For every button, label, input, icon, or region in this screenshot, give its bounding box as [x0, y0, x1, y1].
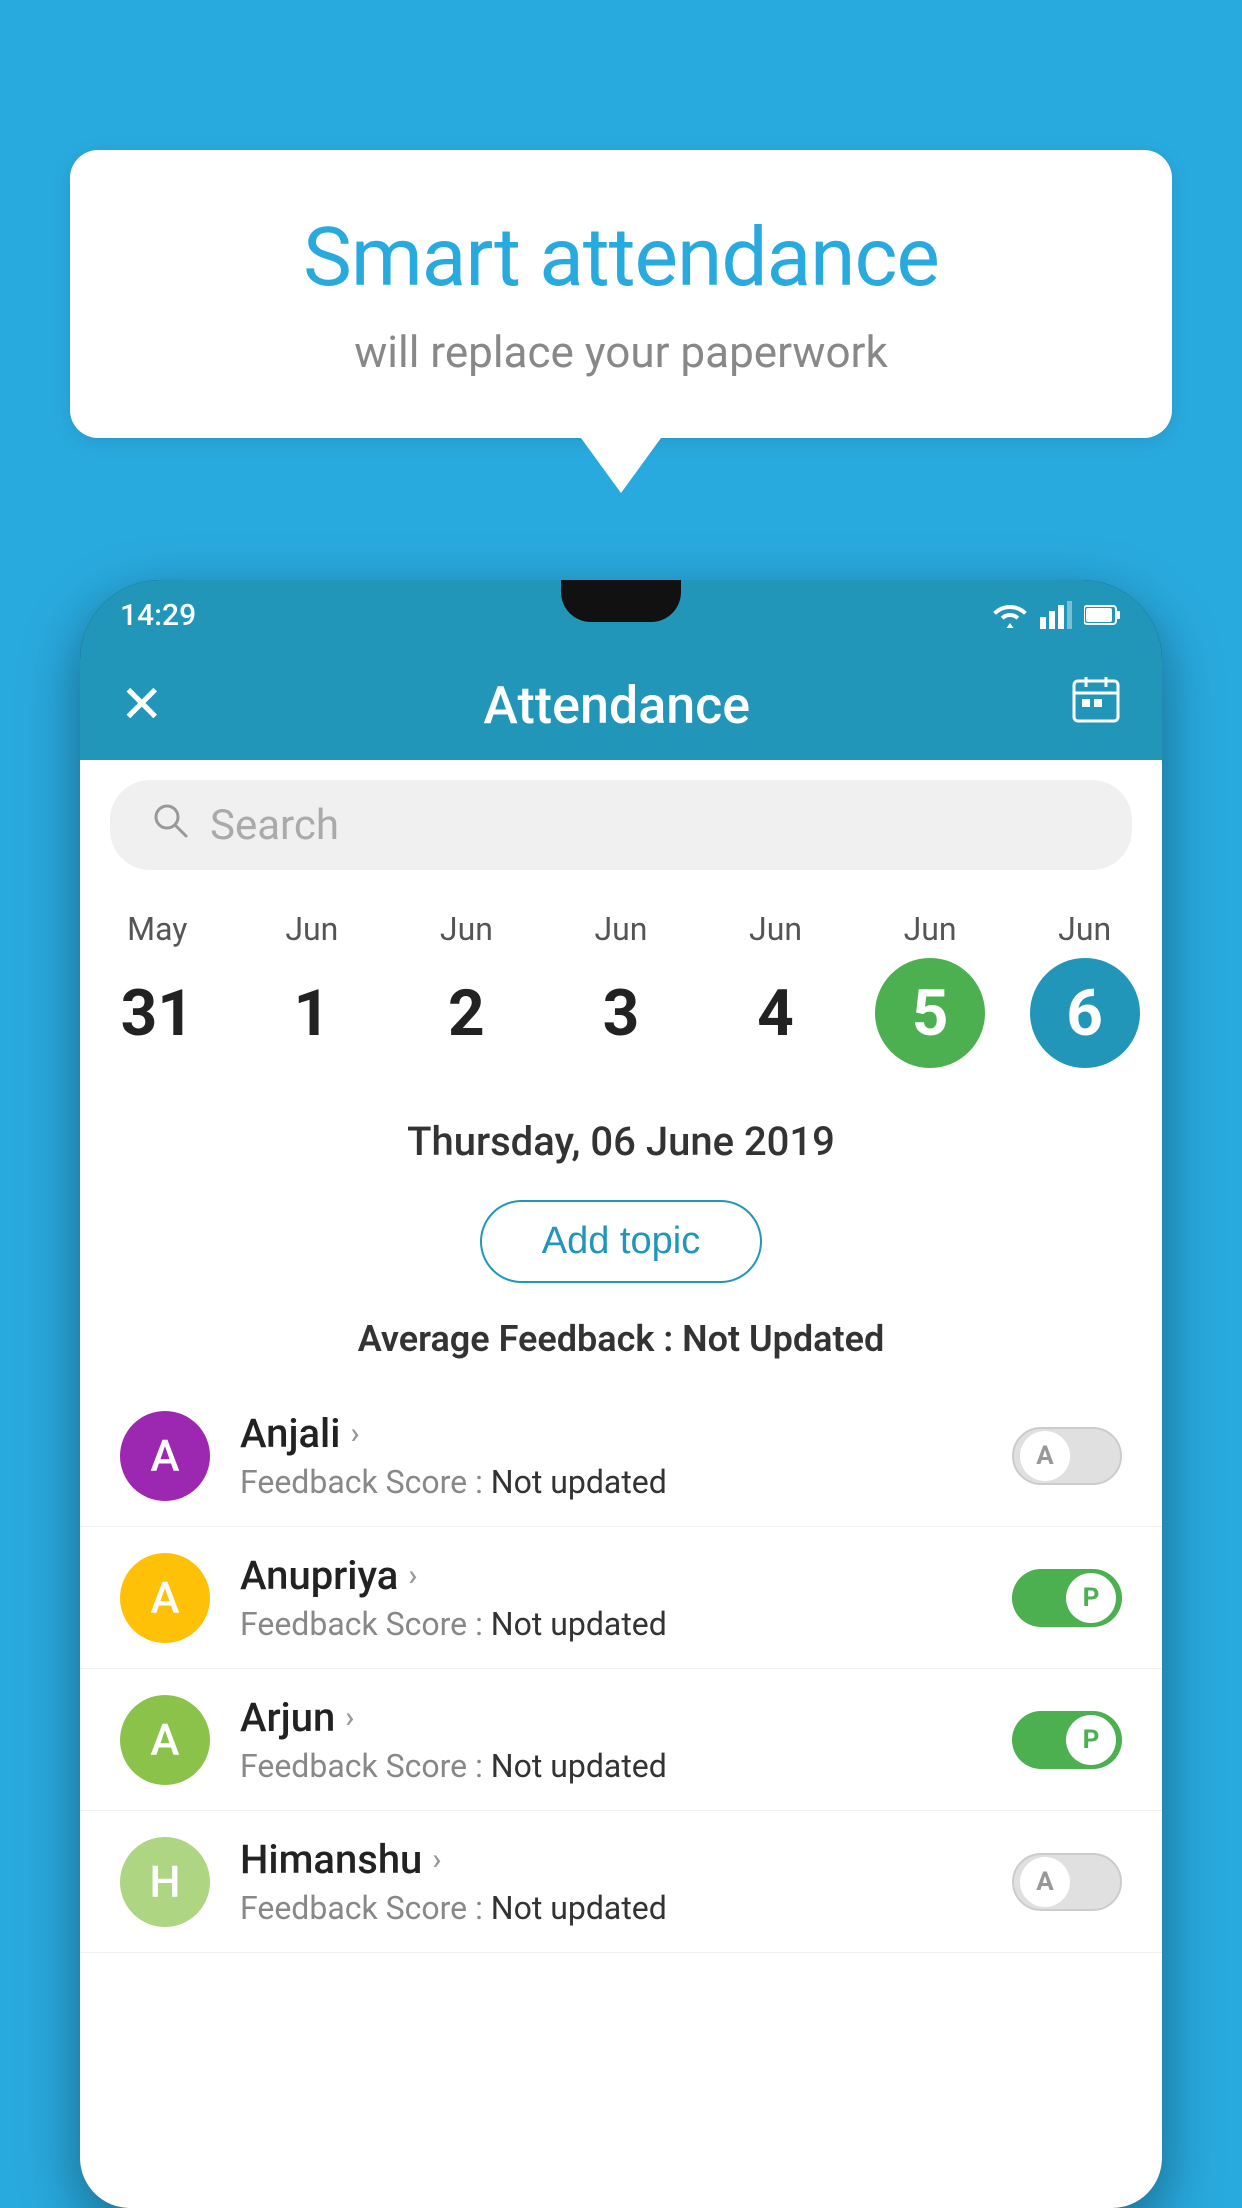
- cal-date[interactable]: 2: [411, 958, 521, 1068]
- speech-bubble-title: Smart attendance: [150, 210, 1092, 306]
- toggle-container: A: [1012, 1853, 1122, 1911]
- calendar-day[interactable]: Jun 4: [716, 910, 836, 1068]
- add-topic-button[interactable]: Add topic: [480, 1200, 762, 1283]
- calendar-day[interactable]: Jun 5: [870, 910, 990, 1068]
- toggle-knob: P: [1066, 1715, 1116, 1765]
- cal-month: Jun: [749, 910, 802, 948]
- student-item[interactable]: A Anupriya › Feedback Score : Not updated P: [80, 1527, 1162, 1669]
- selected-date: Thursday, 06 June 2019: [80, 1098, 1162, 1190]
- cal-month: Jun: [594, 910, 647, 948]
- student-feedback: Feedback Score : Not updated: [240, 1747, 982, 1785]
- speech-bubble-subtitle: will replace your paperwork: [150, 326, 1092, 378]
- chevron-right-icon: ›: [345, 1700, 354, 1735]
- cal-month: Jun: [904, 910, 957, 948]
- toggle-container: P: [1012, 1711, 1122, 1769]
- app-bar-title: Attendance: [483, 675, 750, 736]
- cal-date[interactable]: 4: [721, 958, 831, 1068]
- wifi-icon: [992, 601, 1028, 629]
- cal-date[interactable]: 5: [875, 958, 985, 1068]
- close-button[interactable]: ✕: [120, 675, 164, 735]
- avatar: H: [120, 1837, 210, 1927]
- attendance-toggle[interactable]: P: [1012, 1711, 1122, 1769]
- feedback-value: Not updated: [491, 1889, 667, 1927]
- cal-month: May: [127, 910, 187, 948]
- calendar-button[interactable]: [1070, 673, 1122, 738]
- speech-bubble-tail: [581, 438, 661, 493]
- calendar-day[interactable]: Jun 3: [561, 910, 681, 1068]
- chevron-right-icon: ›: [350, 1416, 359, 1451]
- search-placeholder: Search: [210, 801, 339, 850]
- toggle-knob: A: [1020, 1857, 1070, 1907]
- phone-content: Search May 31 Jun 1 Jun 2 Jun 3 Jun 4 Jun 5 Jun 6 Thu…: [80, 760, 1162, 2208]
- feedback-value: Not updated: [491, 1747, 667, 1785]
- calendar-day[interactable]: Jun 2: [406, 910, 526, 1068]
- student-item[interactable]: H Himanshu › Feedback Score : Not updated A: [80, 1811, 1162, 1953]
- student-info: Anjali › Feedback Score : Not updated: [240, 1410, 982, 1501]
- student-feedback: Feedback Score : Not updated: [240, 1463, 982, 1501]
- avg-feedback-value: Not Updated: [682, 1318, 884, 1360]
- toggle-container: P: [1012, 1569, 1122, 1627]
- add-topic-row: Add topic: [80, 1190, 1162, 1308]
- avg-feedback-label: Average Feedback :: [358, 1318, 682, 1360]
- cal-month: Jun: [440, 910, 493, 948]
- toggle-container: A: [1012, 1427, 1122, 1485]
- chevron-right-icon: ›: [432, 1842, 441, 1877]
- student-feedback: Feedback Score : Not updated: [240, 1889, 982, 1927]
- speech-bubble-container: Smart attendance will replace your paper…: [70, 150, 1172, 493]
- toggle-knob: A: [1020, 1431, 1070, 1481]
- student-info: Himanshu › Feedback Score : Not updated: [240, 1836, 982, 1927]
- student-item[interactable]: A Arjun › Feedback Score : Not updated P: [80, 1669, 1162, 1811]
- avg-feedback: Average Feedback : Not Updated: [80, 1308, 1162, 1385]
- toggle-knob: P: [1066, 1573, 1116, 1623]
- search-bar[interactable]: Search: [110, 780, 1132, 870]
- attendance-toggle[interactable]: A: [1012, 1853, 1122, 1911]
- calendar-day[interactable]: Jun 6: [1025, 910, 1145, 1068]
- feedback-value: Not updated: [491, 1463, 667, 1501]
- avatar: A: [120, 1553, 210, 1643]
- student-name: Himanshu ›: [240, 1836, 982, 1883]
- student-name: Anupriya ›: [240, 1552, 982, 1599]
- cal-month: Jun: [1058, 910, 1111, 948]
- cal-date[interactable]: 31: [102, 958, 212, 1068]
- avatar: A: [120, 1411, 210, 1501]
- cal-date[interactable]: 3: [566, 958, 676, 1068]
- student-info: Arjun › Feedback Score : Not updated: [240, 1694, 982, 1785]
- student-list: AAnjali ›Feedback Score : Not updatedAAA…: [80, 1385, 1162, 1953]
- student-name: Arjun ›: [240, 1694, 982, 1741]
- app-bar: ✕ Attendance: [80, 650, 1162, 760]
- calendar-row: May 31 Jun 1 Jun 2 Jun 3 Jun 4 Jun 5 Jun 6: [80, 890, 1162, 1098]
- chevron-right-icon: ›: [408, 1558, 417, 1593]
- signal-icon: [1040, 601, 1072, 629]
- student-feedback: Feedback Score : Not updated: [240, 1605, 982, 1643]
- attendance-toggle[interactable]: A: [1012, 1427, 1122, 1485]
- attendance-toggle[interactable]: P: [1012, 1569, 1122, 1627]
- search-icon: [150, 800, 190, 850]
- speech-bubble: Smart attendance will replace your paper…: [70, 150, 1172, 438]
- calendar-icon: [1070, 673, 1122, 725]
- feedback-value: Not updated: [491, 1605, 667, 1643]
- status-time: 14:29: [120, 598, 196, 633]
- cal-date[interactable]: 1: [257, 958, 367, 1068]
- calendar-day[interactable]: May 31: [97, 910, 217, 1068]
- cal-date[interactable]: 6: [1030, 958, 1140, 1068]
- student-name: Anjali ›: [240, 1410, 982, 1457]
- status-bar: 14:29: [80, 580, 1162, 650]
- student-info: Anupriya › Feedback Score : Not updated: [240, 1552, 982, 1643]
- notch: [561, 580, 681, 622]
- phone-frame: 14:29 ✕ Attendance: [80, 580, 1162, 2208]
- calendar-day[interactable]: Jun 1: [252, 910, 372, 1068]
- status-icons: [992, 601, 1122, 629]
- avatar: A: [120, 1695, 210, 1785]
- cal-month: Jun: [285, 910, 338, 948]
- student-item[interactable]: A Anjali › Feedback Score : Not updated A: [80, 1385, 1162, 1527]
- battery-icon: [1084, 604, 1122, 626]
- search-container: Search: [80, 760, 1162, 890]
